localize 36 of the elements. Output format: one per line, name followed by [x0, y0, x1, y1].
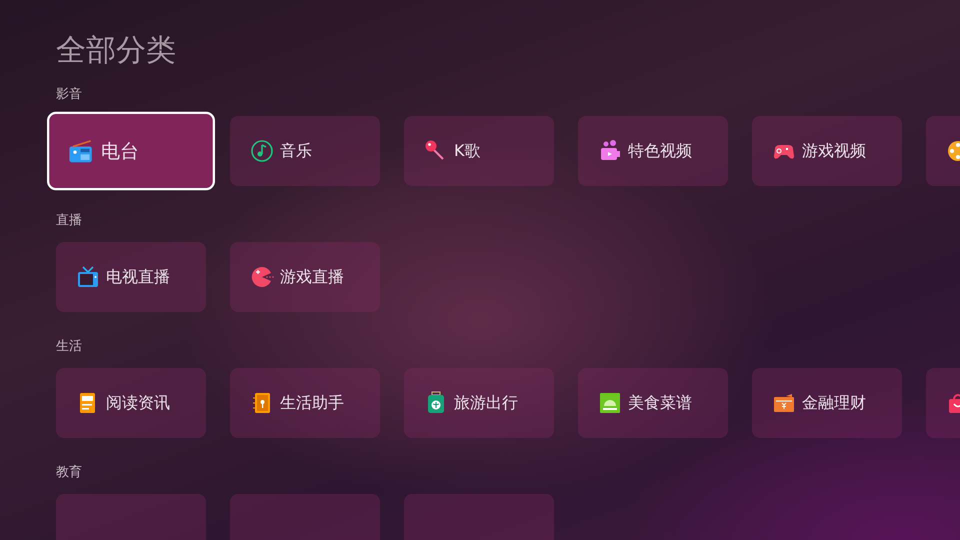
- category-tile[interactable]: 音乐: [230, 116, 380, 186]
- section-label: 教育: [56, 464, 83, 482]
- category-tile[interactable]: 美食菜谱: [578, 368, 728, 438]
- category-tile[interactable]: 游戏视频: [752, 116, 902, 186]
- video-camera-icon: [598, 139, 622, 163]
- category-tile[interactable]: 特色视频: [578, 116, 728, 186]
- pacman-icon: [250, 265, 274, 289]
- category-tile[interactable]: K歌: [404, 116, 554, 186]
- category-tile[interactable]: 游戏直播: [230, 242, 380, 312]
- dish-cover-icon: [598, 391, 622, 415]
- category-tile[interactable]: 电视直播: [56, 242, 206, 312]
- category-tile[interactable]: 生活助手: [230, 368, 380, 438]
- section-label: 直播: [56, 212, 83, 230]
- tile-label: 阅读资讯: [106, 392, 170, 414]
- section-label: 生活: [56, 338, 83, 356]
- category-tile[interactable]: 金融理财: [752, 368, 902, 438]
- page-title: 全部分类: [56, 32, 177, 70]
- category-tile[interactable]: 电台: [47, 112, 215, 190]
- tile-label: 美食菜谱: [628, 392, 692, 414]
- tile-label: 游戏视频: [802, 140, 866, 162]
- music-note-icon: [250, 139, 274, 163]
- radio-icon: [67, 138, 94, 164]
- category-tile[interactable]: 旅游出行: [404, 368, 554, 438]
- tile-label: 游戏直播: [280, 266, 344, 288]
- wallet-icon: [772, 391, 796, 415]
- tile-label: 电台: [100, 139, 139, 164]
- tile-label: 特色视频: [628, 140, 692, 162]
- tv-icon: [76, 265, 100, 289]
- tile-label: K歌: [454, 140, 480, 162]
- section-label: 影音: [56, 86, 83, 104]
- tile-label: 生活助手: [280, 392, 344, 414]
- tile-label: 金融理财: [802, 392, 866, 414]
- category-tile[interactable]: 阅读资讯: [56, 368, 206, 438]
- tile-label: 电视直播: [106, 266, 170, 288]
- tile-label: 音乐: [280, 140, 312, 162]
- tile-label: 旅游出行: [454, 392, 518, 414]
